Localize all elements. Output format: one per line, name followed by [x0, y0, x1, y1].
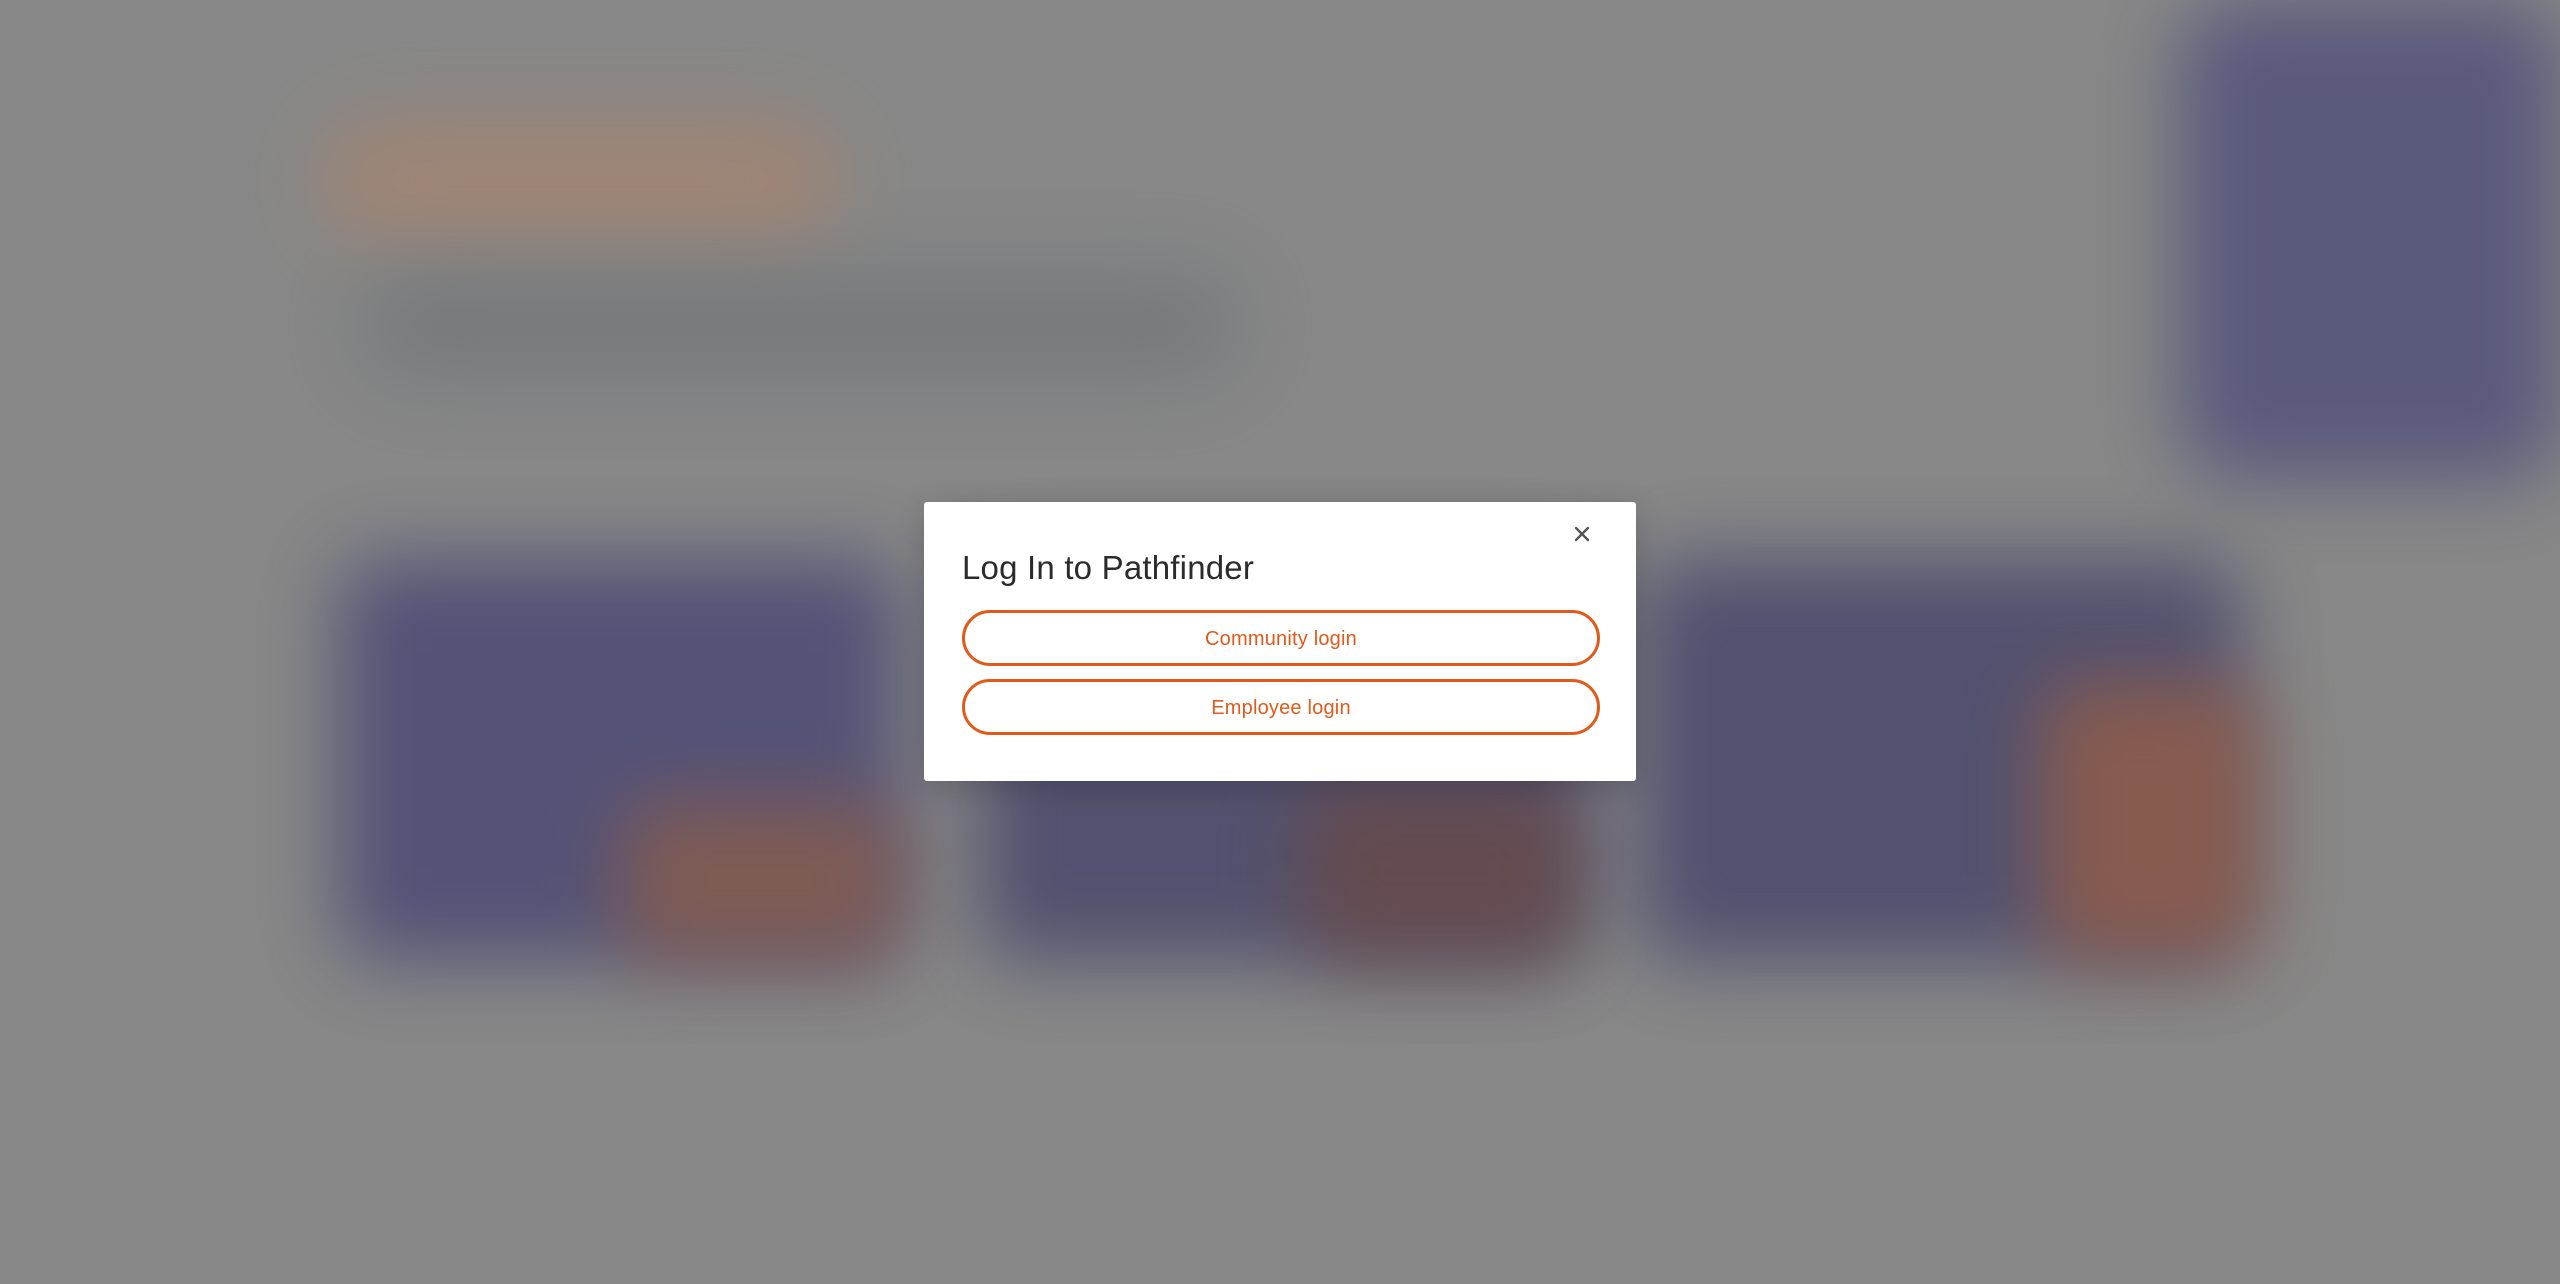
- employee-login-button[interactable]: Employee login: [962, 679, 1600, 735]
- close-button[interactable]: [1568, 520, 1596, 548]
- close-icon: [1574, 526, 1590, 542]
- modal-title: Log In to Pathfinder: [962, 549, 1255, 586]
- community-login-button[interactable]: Community login: [962, 610, 1600, 666]
- login-modal: Log In to Pathfinder Community login Emp…: [924, 502, 1636, 781]
